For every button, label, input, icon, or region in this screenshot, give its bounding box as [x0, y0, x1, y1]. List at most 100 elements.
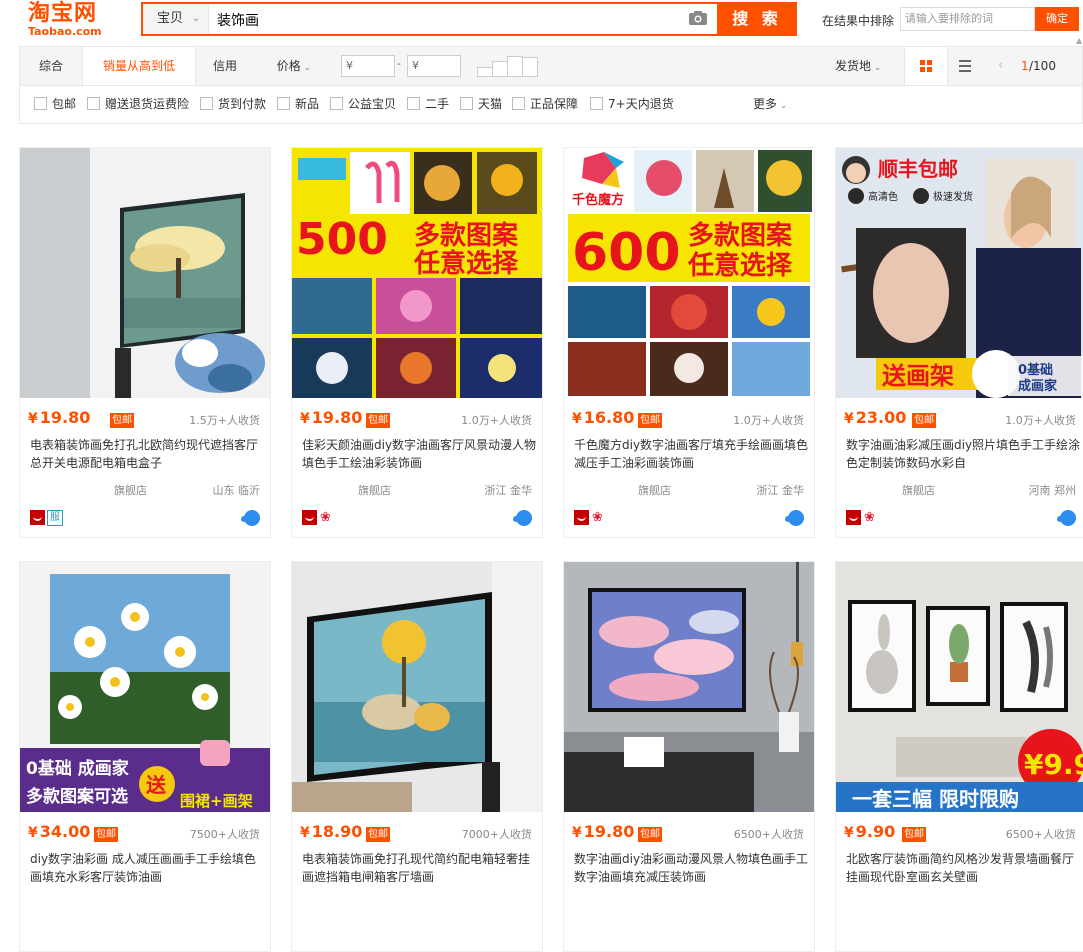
product-title[interactable]: 千色魔方diy数字油画客厅填充手绘画画填色减压手工油彩画装饰画: [574, 436, 810, 472]
promo-number: 600: [572, 223, 681, 283]
checkbox[interactable]: [277, 97, 290, 110]
product-title[interactable]: 数字油画油彩减压画diy照片填色手工手绘涂色定制装饰数码水彩自: [846, 436, 1082, 472]
promo-number: 500: [296, 214, 388, 265]
tmall-icon[interactable]: [302, 510, 317, 525]
scroll-up-icon[interactable]: ▲: [1076, 36, 1083, 46]
filter-label: 公益宝贝: [348, 97, 397, 111]
product-card[interactable]: 千色魔方 600 多款图案 任意选择 ¥16.80 包邮 1.0万+人收货 千色…: [563, 147, 815, 538]
chat-icon[interactable]: [241, 510, 260, 526]
free-shipping-badge: 包邮: [366, 413, 390, 428]
product-title[interactable]: 北欧客厅装饰画简约风格沙发背景墙画餐厅挂画现代卧室画玄关壁画: [846, 850, 1082, 886]
search-scope-select[interactable]: 宝贝 ⌄: [143, 4, 209, 34]
shop-name[interactable]: 旗舰店: [846, 482, 935, 498]
exclude-input[interactable]: 请输入要排除的词: [900, 7, 1035, 31]
taobao-logo[interactable]: 淘宝网 Taobao.com: [28, 2, 110, 40]
filter-more[interactable]: 更多 ⌄: [753, 86, 787, 124]
shop-name[interactable]: 旗舰店: [302, 482, 391, 498]
product-image[interactable]: 0基础 成画家 多款图案可选 送 围裙+画架: [20, 562, 270, 812]
filter-secondhand[interactable]: 二手: [407, 86, 449, 122]
promo-song: 送: [146, 773, 167, 797]
product-image[interactable]: [292, 562, 542, 812]
product-card[interactable]: 顺丰包邮 高清色 极速发货 送画架 0基础 成画家 ¥23.00 包邮 1.0万…: [835, 147, 1083, 538]
camera-icon[interactable]: [689, 11, 707, 25]
checkbox[interactable]: [590, 97, 603, 110]
product-image[interactable]: [564, 562, 814, 812]
product-image[interactable]: 千色魔方 600 多款图案 任意选择: [564, 148, 814, 398]
price-value: 23.00: [855, 408, 907, 427]
sort-tab-price[interactable]: 价格 ⌄: [264, 47, 324, 85]
sort-tab-default[interactable]: 综合: [20, 47, 82, 85]
filter-genuine[interactable]: 正品保障: [512, 86, 578, 122]
tmall-icon[interactable]: [846, 510, 861, 525]
product-card[interactable]: ¥9.9 一套三幅 限时限购 ¥9.90 包邮 6500+人收货 北欧客厅装饰画…: [835, 561, 1083, 952]
ship-from-select[interactable]: 发货地 ⌄: [835, 47, 881, 87]
price-min-input[interactable]: ¥: [341, 55, 395, 77]
shop-name[interactable]: 旗舰店: [30, 482, 147, 498]
badge-row: 服: [30, 510, 63, 526]
tmall-icon[interactable]: [30, 510, 45, 525]
filter-7day-return[interactable]: 7+天内退货: [590, 86, 674, 122]
sold-count: 1.0万+人收货: [461, 414, 532, 427]
product-title[interactable]: 数字油画diy油彩画动漫风景人物填色画手工数字油画填充减压装饰画: [574, 850, 810, 886]
product-image[interactable]: [20, 148, 270, 398]
shop-name[interactable]: 旗舰店: [574, 482, 671, 498]
search-box: 宝贝 ⌄ 搜 索: [141, 2, 797, 36]
sold-count: 6500+人收货: [1005, 828, 1076, 841]
filter-return-insurance[interactable]: 赠送退货运费险: [87, 86, 189, 122]
price-max-input[interactable]: ¥: [407, 55, 461, 77]
product-card[interactable]: 0基础 成画家 多款图案可选 送 围裙+画架 ¥34.00 包邮 7500+人收…: [19, 561, 271, 952]
filter-cod[interactable]: 货到付款: [200, 86, 266, 122]
flower-icon[interactable]: ❀: [592, 510, 603, 525]
flower-icon[interactable]: ❀: [864, 510, 875, 525]
product-image[interactable]: 500 多款图案 任意选择: [292, 148, 542, 398]
chat-icon[interactable]: [513, 510, 532, 526]
checkbox[interactable]: [460, 97, 473, 110]
checkbox[interactable]: [512, 97, 525, 110]
product-image[interactable]: 顺丰包邮 高清色 极速发货 送画架 0基础 成画家: [836, 148, 1083, 398]
product-price: ¥18.90: [300, 822, 363, 841]
product-price: ¥9.90: [844, 822, 896, 841]
product-title[interactable]: diy数字油彩画 成人减压画画手工手绘填色画填充水彩客厅装饰油画: [30, 850, 266, 886]
free-shipping-badge: 包邮: [94, 827, 118, 842]
tmall-icon[interactable]: [574, 510, 589, 525]
search-button[interactable]: 搜 索: [717, 2, 797, 36]
grid-view-icon[interactable]: [904, 47, 948, 85]
chevron-left-icon[interactable]: ‹: [998, 47, 1003, 85]
price-value: 19.80: [583, 822, 635, 841]
price-distribution-icon[interactable]: [477, 56, 539, 77]
checkbox[interactable]: [87, 97, 100, 110]
sort-tab-credit[interactable]: 信用: [196, 47, 254, 85]
service-icon[interactable]: 服: [47, 510, 63, 526]
exclude-confirm-button[interactable]: 确定: [1035, 7, 1079, 31]
chat-icon[interactable]: [1057, 510, 1076, 526]
product-image[interactable]: ¥9.9 一套三幅 限时限购: [836, 562, 1083, 812]
sort-tab-sales[interactable]: 销量从高到低: [82, 47, 196, 85]
checkbox[interactable]: [330, 97, 343, 110]
filter-tmall[interactable]: 天猫: [460, 86, 502, 122]
checkbox[interactable]: [200, 97, 213, 110]
product-card[interactable]: ¥19.80 包邮 1.5万+人收货 电表箱装饰画免打孔北欧简约现代遮挡客厅总开…: [19, 147, 271, 538]
filter-charity[interactable]: 公益宝贝: [330, 86, 396, 122]
product-card[interactable]: 500 多款图案 任意选择 ¥19.80 包邮 1.0万+人收货 佳彩天颜油画d…: [291, 147, 543, 538]
product-title[interactable]: 电表箱装饰画免打孔现代简约配电箱轻奢挂画遮挡箱电闸箱客厅墙画: [302, 850, 538, 886]
filter-new[interactable]: 新品: [277, 86, 319, 122]
flower-icon[interactable]: ❀: [320, 510, 331, 525]
search-scope-label: 宝贝: [157, 11, 184, 26]
free-shipping-badge: 包邮: [110, 413, 134, 428]
promo-zero: 0基础: [1018, 362, 1053, 378]
page-current: 1: [1021, 59, 1029, 73]
promo-line2: 任意选择: [687, 250, 793, 281]
promo-bottom: 送画架: [882, 362, 954, 390]
product-card[interactable]: ¥18.90 包邮 7000+人收货 电表箱装饰画免打孔现代简约配电箱轻奢挂画遮…: [291, 561, 543, 952]
product-title[interactable]: 佳彩天颜油画diy数字油画客厅风景动漫人物填色手工绘油彩装饰画: [302, 436, 538, 472]
chat-icon[interactable]: [785, 510, 804, 526]
checkbox[interactable]: [407, 97, 420, 110]
product-title[interactable]: 电表箱装饰画免打孔北欧简约现代遮挡客厅总开关电源配电箱电盒子: [30, 436, 266, 472]
product-price: ¥34.00: [28, 822, 91, 841]
list-view-icon[interactable]: [948, 47, 982, 85]
filter-free-shipping[interactable]: 包邮: [34, 86, 76, 122]
checkbox[interactable]: [34, 97, 47, 110]
search-input[interactable]: [215, 4, 719, 36]
logo-domain: Taobao.com: [28, 25, 102, 38]
product-card[interactable]: ¥19.80 包邮 6500+人收货 数字油画diy油彩画动漫风景人物填色画手工…: [563, 561, 815, 952]
